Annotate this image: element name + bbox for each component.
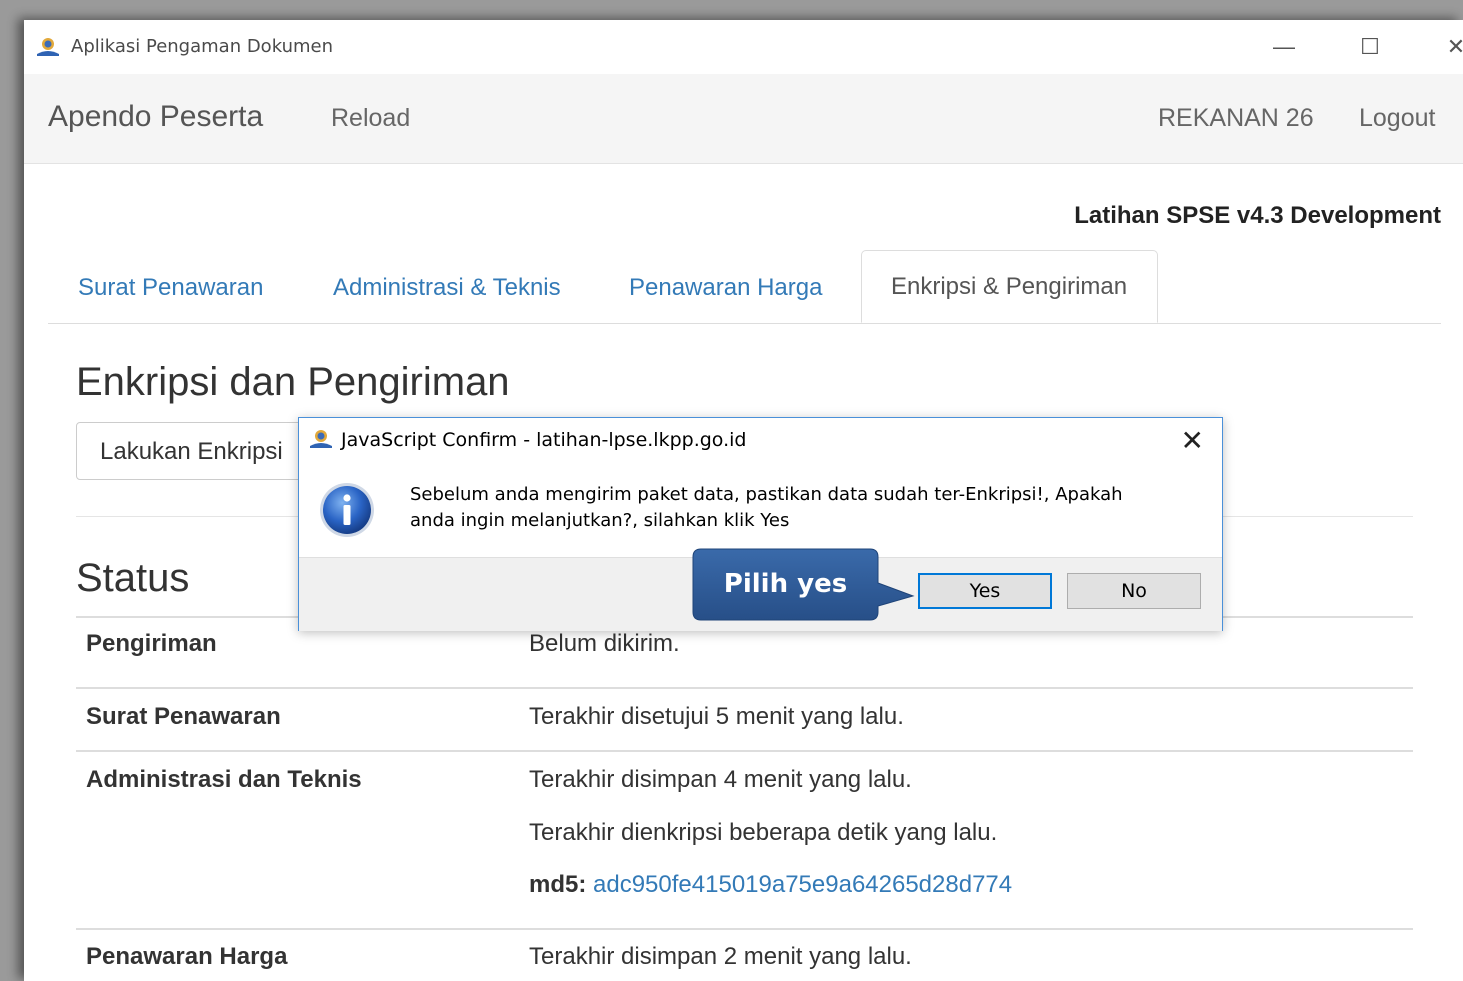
- logout-link[interactable]: Logout: [1359, 104, 1435, 133]
- tab-penawaran-harga[interactable]: Penawaran Harga: [629, 274, 822, 302]
- encrypt-button-label: Lakukan Enkripsi: [100, 438, 283, 465]
- minimize-icon[interactable]: —: [1264, 32, 1304, 62]
- info-icon: [320, 483, 374, 537]
- md5-line: md5: adc950fe415019a75e9a64265d28d774: [529, 871, 1012, 899]
- annotation-callout: Pilih yes: [692, 548, 915, 621]
- no-button[interactable]: No: [1067, 573, 1201, 609]
- status-title: Status: [76, 556, 190, 600]
- tab-administrasi-teknis[interactable]: Administrasi & Teknis: [333, 274, 561, 302]
- close-window-icon[interactable]: ✕: [1436, 32, 1463, 62]
- row-divider: [76, 750, 1413, 752]
- status-value-surat: Terakhir disetujui 5 menit yang lalu.: [529, 703, 904, 730]
- maximize-icon[interactable]: ☐: [1350, 32, 1390, 62]
- yes-button[interactable]: Yes: [918, 573, 1052, 609]
- brand[interactable]: Apendo Peserta: [48, 100, 263, 134]
- app-logo-icon: [37, 38, 59, 56]
- status-value-administrasi-encrypted: Terakhir dienkripsi beberapa detik yang …: [529, 819, 998, 846]
- tab-bar: Surat Penawaran Administrasi & Teknis Pe…: [48, 250, 1441, 324]
- user-name[interactable]: REKANAN 26: [1158, 104, 1314, 133]
- app-logo-icon: [310, 430, 332, 448]
- window-title: Aplikasi Pengaman Dokumen: [71, 36, 333, 57]
- md5-label: md5:: [529, 871, 587, 898]
- navbar: Apendo Peserta Reload REKANAN 26 Logout: [24, 74, 1463, 164]
- status-label-surat: Surat Penawaran: [86, 703, 281, 730]
- dialog-message: Sebelum anda mengirim paket data, pastik…: [410, 482, 1200, 534]
- status-value-administrasi-saved: Terakhir disimpan 4 menit yang lalu.: [529, 766, 912, 793]
- status-label-administrasi: Administrasi dan Teknis: [86, 766, 362, 793]
- callout-text: Pilih yes: [723, 569, 848, 599]
- close-icon[interactable]: ✕: [1181, 424, 1204, 457]
- status-value-pengiriman: Belum dikirim.: [529, 630, 680, 657]
- dialog-title: JavaScript Confirm - latihan-lpse.lkpp.g…: [341, 429, 747, 451]
- tab-enkripsi-pengiriman[interactable]: Enkripsi & Pengiriman: [861, 250, 1158, 323]
- status-label-pengiriman: Pengiriman: [86, 630, 217, 657]
- title-bar: Aplikasi Pengaman Dokumen — ☐ ✕: [24, 20, 1463, 74]
- dialog-message-line: anda ingin melanjutkan?, silahkan klik Y…: [410, 510, 790, 531]
- site-title: Latihan SPSE v4.3 Development: [1074, 202, 1441, 229]
- reload-link[interactable]: Reload: [331, 104, 410, 133]
- md5-value[interactable]: adc950fe415019a75e9a64265d28d774: [593, 871, 1012, 898]
- row-divider: [76, 687, 1413, 689]
- status-label-harga: Penawaran Harga: [86, 943, 288, 970]
- tab-label: Enkripsi & Pengiriman: [891, 273, 1128, 300]
- tab-surat-penawaran[interactable]: Surat Penawaran: [78, 274, 263, 302]
- status-value-harga: Terakhir disimpan 2 menit yang lalu.: [529, 943, 912, 970]
- encrypt-button[interactable]: Lakukan Enkripsi: [76, 422, 336, 480]
- section-title: Enkripsi dan Pengiriman: [76, 360, 510, 404]
- row-divider: [76, 928, 1413, 930]
- dialog-message-line: Sebelum anda mengirim paket data, pastik…: [410, 484, 1123, 505]
